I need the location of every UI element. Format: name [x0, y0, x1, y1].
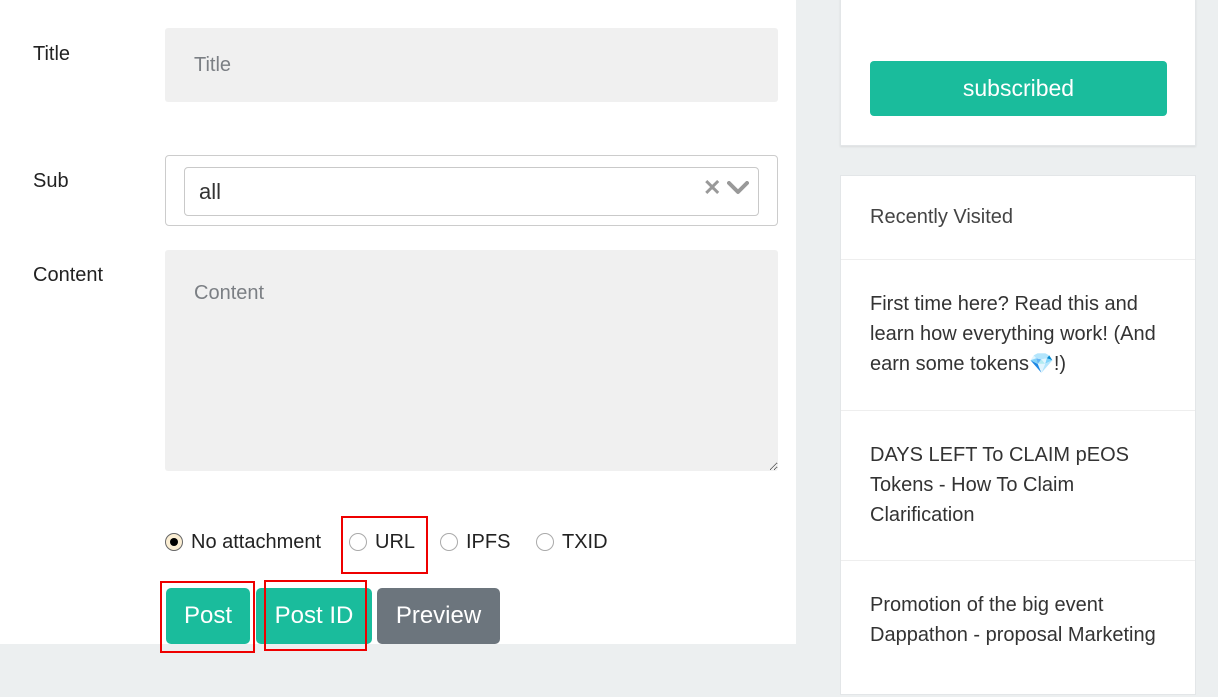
sub-select[interactable]: all ✕ — [184, 167, 759, 216]
radio-no-attachment[interactable]: No attachment — [165, 530, 321, 554]
radio-button[interactable] — [349, 533, 367, 551]
post-button[interactable]: Post — [166, 588, 250, 644]
content-textarea[interactable] — [165, 250, 778, 471]
subscribe-card: subscribed — [840, 0, 1196, 146]
radio-ipfs[interactable]: IPFS — [440, 530, 510, 554]
clear-icon[interactable]: ✕ — [703, 175, 721, 201]
sub-selected-value: all — [199, 179, 222, 204]
recently-visited-card: Recently Visited First time here? Read t… — [840, 175, 1196, 695]
radio-button-checked[interactable] — [165, 533, 183, 551]
sub-select-container: all ✕ — [165, 155, 778, 226]
recent-item[interactable]: DAYS LEFT To CLAIM pEOS Tokens - How To … — [841, 411, 1195, 561]
content-label: Content — [33, 264, 104, 286]
chevron-down-icon[interactable] — [727, 181, 749, 200]
radio-txid[interactable]: TXID — [536, 530, 608, 554]
subscribed-button[interactable]: subscribed — [870, 61, 1167, 116]
recent-item[interactable]: Promotion of the big event Dappathon - p… — [841, 561, 1195, 697]
recently-visited-title: Recently Visited — [841, 176, 1195, 260]
title-input[interactable] — [165, 28, 778, 102]
post-id-button[interactable]: Post ID — [256, 588, 372, 644]
sub-label: Sub — [33, 170, 69, 192]
radio-button[interactable] — [440, 533, 458, 551]
radio-label: URL — [375, 530, 416, 553]
post-form-panel: Title Sub all ✕ Content No attachment UR… — [0, 0, 796, 644]
radio-label: No attachment — [191, 530, 322, 553]
recent-item[interactable]: First time here? Read this and learn how… — [841, 260, 1195, 411]
radio-label: TXID — [562, 530, 608, 553]
title-label: Title — [33, 43, 71, 65]
radio-url[interactable]: URL — [349, 530, 415, 554]
radio-label: IPFS — [466, 530, 511, 553]
radio-button[interactable] — [536, 533, 554, 551]
preview-button[interactable]: Preview — [377, 588, 500, 644]
